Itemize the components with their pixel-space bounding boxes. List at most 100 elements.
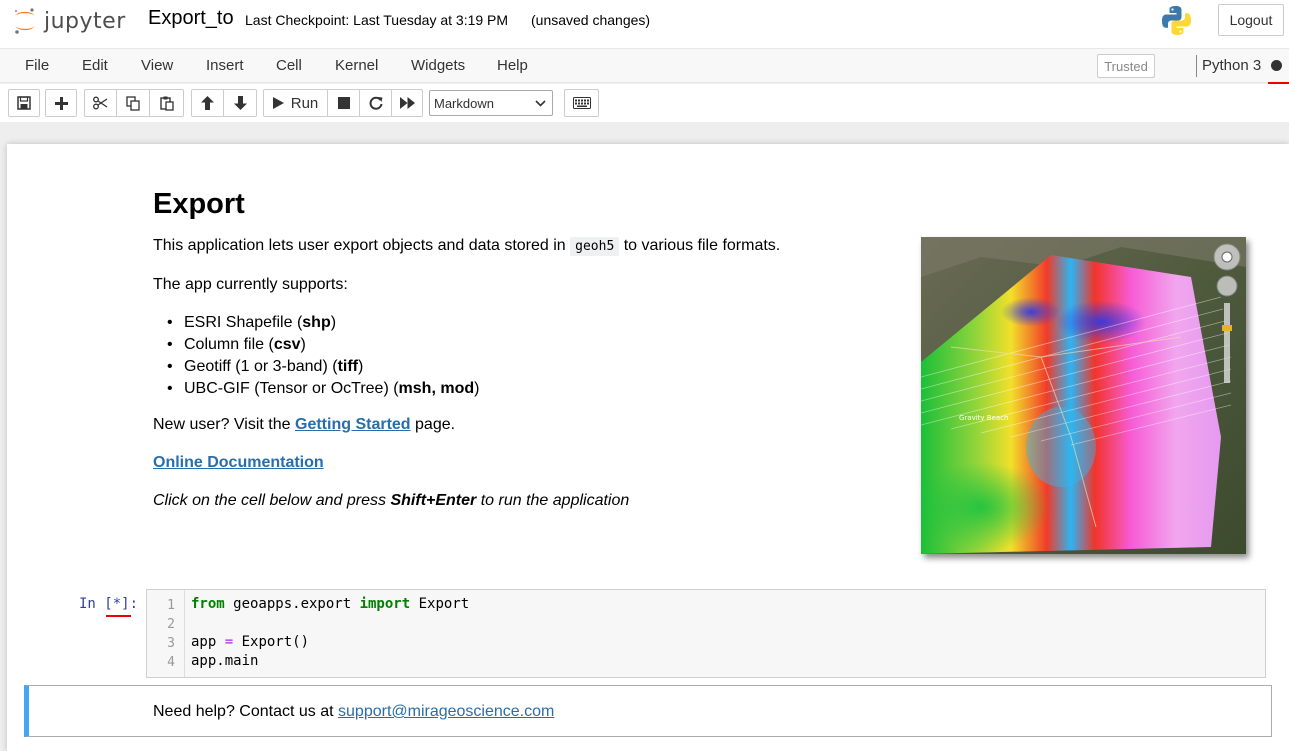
code-token: app.main: [191, 653, 259, 669]
format-end: ): [330, 314, 337, 331]
format-end: ): [300, 336, 306, 353]
save-button[interactable]: [8, 89, 40, 117]
instruction-text: Click on the cell below and press: [153, 492, 387, 509]
list-item: Column file (csv): [165, 334, 479, 356]
interrupt-button[interactable]: [327, 89, 360, 117]
logout-button[interactable]: Logout: [1218, 4, 1284, 36]
save-icon: [17, 96, 31, 110]
copy-icon: [126, 95, 140, 111]
paste-button[interactable]: [149, 89, 184, 117]
checkpoint-status: Last Checkpoint: Last Tuesday at 3:19 PM: [245, 12, 509, 28]
format-text: ESRI Shapefile (: [184, 314, 303, 331]
menu-insert[interactable]: Insert: [206, 57, 244, 74]
line-number: 1: [167, 598, 175, 613]
menu-widgets[interactable]: Widgets: [411, 57, 465, 74]
list-item: UBC-GIF (Tensor or OcTree) (msh, mod): [165, 378, 479, 400]
formats-list: ESRI Shapefile (shp) Column file (csv) G…: [165, 312, 479, 400]
code-line: app.main: [191, 653, 258, 669]
code-token: =: [224, 634, 234, 650]
chevron-down-icon: [535, 100, 546, 107]
docs-paragraph: Online Documentation: [153, 454, 324, 472]
new-user-paragraph: New user? Visit the Getting Started page…: [153, 416, 455, 434]
notebook-name[interactable]: Export_to: [148, 7, 234, 30]
autosave-status: (unsaved changes): [531, 12, 651, 28]
shortcut-key: Shift+Enter: [390, 492, 477, 509]
stop-icon: [337, 97, 350, 109]
new-user-text: New user? Visit the: [153, 416, 291, 433]
geophysics-map-image: Gravity Beach: [921, 237, 1246, 554]
code-token: geoapps.export: [224, 596, 360, 612]
cell-type-select[interactable]: Markdown: [429, 90, 553, 116]
getting-started-link[interactable]: Getting Started: [295, 416, 411, 433]
restart-run-all-button[interactable]: [391, 89, 423, 117]
menu-help[interactable]: Help: [497, 57, 528, 74]
kernel-name: Python 3: [1202, 57, 1262, 74]
menu-edit[interactable]: Edit: [82, 57, 108, 74]
menubar: File Edit View Insert Cell Kernel Widget…: [0, 48, 1289, 84]
help-markdown-cell[interactable]: Need help? Contact us at support@mirageo…: [24, 685, 1272, 737]
plus-icon: [54, 96, 68, 110]
cell-prompt: In [*]:: [79, 596, 139, 612]
python-logo-icon: [1162, 6, 1191, 35]
line-number: 2: [167, 617, 175, 632]
arrow-down-icon: [233, 96, 247, 110]
map-place-label: Gravity Beach: [959, 414, 1008, 422]
format-text: UBC-GIF (Tensor or OcTree) (: [184, 380, 399, 397]
run-button[interactable]: Run: [263, 89, 328, 117]
line-number: 4: [167, 655, 175, 670]
line-number: 3: [167, 636, 175, 651]
supports-paragraph: The app currently supports:: [153, 276, 348, 293]
menu-kernel[interactable]: Kernel: [335, 57, 378, 74]
format-ext: tiff: [337, 358, 358, 375]
intro-text-end: to various file formats.: [623, 237, 781, 254]
toolbar: Run Markdown: [0, 84, 1289, 122]
geoh5-code: geoh5: [570, 237, 620, 256]
help-text: Need help? Contact us at: [153, 703, 334, 720]
restart-button[interactable]: [359, 89, 392, 117]
code-token: app: [191, 634, 225, 650]
line-number-gutter: 1 2 3 4: [147, 590, 185, 677]
cut-button[interactable]: [84, 89, 117, 117]
arrow-up-icon: [201, 96, 214, 110]
online-documentation-link[interactable]: Online Documentation: [153, 454, 324, 471]
menu-cell[interactable]: Cell: [276, 57, 302, 74]
instruction-paragraph: Click on the cell below and press Shift+…: [153, 492, 629, 510]
code-token: Export: [410, 596, 470, 612]
list-item: ESRI Shapefile (shp): [165, 312, 479, 334]
code-line: app = Export(): [191, 634, 309, 650]
support-email-link[interactable]: support@mirageoscience.com: [338, 703, 554, 720]
format-ext: shp: [302, 314, 331, 331]
jupyter-wordmark: jupyter: [44, 8, 126, 34]
keyboard-icon: [572, 97, 591, 109]
restart-icon: [369, 96, 382, 110]
code-line: from geoapps.export import Export: [191, 596, 469, 612]
move-down-button[interactable]: [223, 89, 257, 117]
trusted-indicator[interactable]: Trusted: [1097, 54, 1155, 78]
menu-view[interactable]: View: [141, 57, 173, 74]
instruction-text-end: to run the application: [480, 492, 630, 509]
move-up-button[interactable]: [191, 89, 224, 117]
format-end: ): [474, 380, 480, 397]
jupyter-icon: [14, 8, 35, 34]
new-user-text-end: page.: [415, 416, 456, 433]
play-icon: [272, 97, 284, 109]
cell-type-value: Markdown: [434, 95, 494, 111]
jupyter-logo[interactable]: jupyter: [12, 6, 126, 36]
help-paragraph: Need help? Contact us at support@mirageo…: [153, 703, 554, 721]
code-token: from: [191, 596, 225, 612]
format-end: ): [358, 358, 364, 375]
scissors-icon: [93, 96, 108, 110]
prompt-underline: [106, 615, 131, 617]
code-cell-editor[interactable]: 1 2 3 4 from geoapps.export import Expor…: [146, 589, 1266, 678]
kernel-separator: [1196, 55, 1197, 77]
run-label: Run: [290, 94, 319, 112]
header: jupyter Export_to Last Checkpoint: Last …: [0, 0, 1289, 48]
insert-cell-button[interactable]: [45, 89, 77, 117]
copy-button[interactable]: [116, 89, 150, 117]
command-palette-button[interactable]: [564, 89, 599, 117]
intro-text: This application lets user export object…: [153, 237, 566, 254]
menu-file[interactable]: File: [25, 57, 49, 74]
code-token: import: [359, 596, 411, 612]
code-token: Export(): [233, 634, 310, 650]
intro-paragraph: This application lets user export object…: [153, 237, 781, 256]
